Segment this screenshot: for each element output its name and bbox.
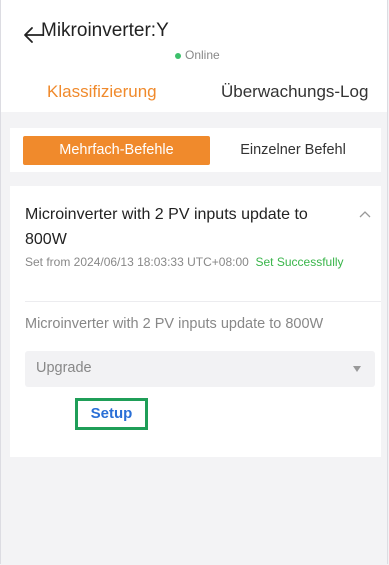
command-set-time: Set from 2024/06/13 18:03:33 UTC+08:00 <box>25 255 249 269</box>
device-title: Mikroinverter:Y <box>41 20 169 41</box>
action-select[interactable]: Upgrade <box>25 351 375 387</box>
tab-klassifizierung[interactable]: Klassifizierung <box>47 82 157 102</box>
action-select-value: Upgrade <box>36 360 92 376</box>
command-description: Microinverter with 2 PV inputs update to… <box>25 316 324 332</box>
segment-multiple-commands[interactable]: Mehrfach-Befehle <box>23 136 210 165</box>
setup-button[interactable]: Setup <box>75 398 148 430</box>
dropdown-arrow-icon <box>353 366 361 372</box>
command-meta: Set from 2024/06/13 18:03:33 UTC+08:00 S… <box>25 250 355 274</box>
command-card: Microinverter with 2 PV inputs update to… <box>10 186 381 457</box>
divider <box>25 301 381 302</box>
online-status-label: Online <box>185 48 220 62</box>
app-header: Mikroinverter:Y Online Klassifizierung Ü… <box>1 0 387 112</box>
segment-single-command[interactable]: Einzelner Befehl <box>210 136 376 165</box>
command-status-success: Set Successfully <box>255 255 344 269</box>
command-title: Microinverter with 2 PV inputs update to… <box>25 206 308 248</box>
command-mode-switch: Mehrfach-Befehle Einzelner Befehl <box>10 128 381 172</box>
online-dot-icon <box>175 52 181 59</box>
app-frame: Mikroinverter:Y Online Klassifizierung Ü… <box>0 0 388 564</box>
tab-ueberwachungs-log[interactable]: Überwachungs-Log <box>221 82 368 102</box>
online-status: Online <box>175 48 220 62</box>
chevron-up-icon[interactable] <box>359 210 371 218</box>
